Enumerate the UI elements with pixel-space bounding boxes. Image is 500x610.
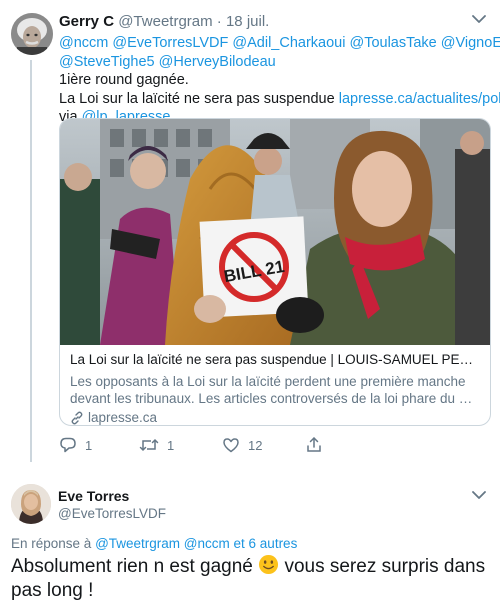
reply-others[interactable]: et 6 autres [234,536,298,551]
reply-text-part: Absolument rien n est gagné [11,556,253,577]
share-icon [307,437,321,452]
avatar[interactable] [11,484,51,524]
reply-tweet[interactable]: Eve Torres @EveTorresLVDF En réponse à @… [0,470,500,610]
author-handle[interactable]: @Tweetrgram [118,13,212,30]
reply-icon [60,437,76,453]
link-card[interactable]: BILL 21 La Loi sur la laïcité ne sera pa… [59,118,491,426]
author-handle[interactable]: @EveTorresLVDF [58,506,166,521]
tweet-header: Gerry C @Tweetrgram · 18 juil. [59,12,489,32]
card-image: BILL 21 [60,119,490,345]
retweet-button[interactable]: 1 [139,436,174,454]
like-icon [223,438,239,453]
card-description-line: Les opposants à la Loi sur la laïcité pe… [70,374,466,389]
card-title[interactable]: La Loi sur la laïcité ne sera pas suspen… [70,351,482,369]
retweet-count: 1 [167,437,175,453]
tweet-text-line: 1ière round gagnée. [59,72,189,88]
retweet-icon [139,438,159,452]
card-description-line: devant les tribunaux. Les articles contr… [70,391,473,406]
tweet-content: Gerry C @Tweetrgram · 18 juil. @nccm @Ev… [59,12,500,127]
card-domain[interactable]: lapresse.ca [70,409,482,425]
avatar[interactable] [11,13,53,55]
replying-to: En réponse à @Tweetrgram @nccm et 6 autr… [11,536,297,551]
tweet-date[interactable]: 18 juil. [226,13,269,30]
link-icon [71,411,83,424]
smiley-emoji-icon [259,554,279,575]
card-text: La Loi sur la laïcité ne sera pas suspen… [70,351,482,425]
card-domain-text: lapresse.ca [88,410,158,425]
reply-button[interactable]: 1 [59,436,92,454]
share-button[interactable] [305,436,323,454]
author-name[interactable]: Gerry C [59,13,114,30]
tweet[interactable]: Gerry C @Tweetrgram · 18 juil. @nccm @Ev… [0,0,500,470]
reply-text: Absolument rien n est gagné vous serez s… [11,554,489,603]
separator-dot: · [216,13,222,30]
like-button[interactable]: 12 [222,436,262,454]
tweet-actions: 1 1 12 [59,436,459,456]
mentions-line[interactable]: @nccm @EveTorresLVDF @Adil_Charkaoui @To… [59,34,500,53]
tweet-text-line: La Loi sur la laïcité ne sera pas suspen… [59,90,500,109]
like-count: 12 [248,437,263,453]
article-link[interactable]: lapresse.ca/actualites/pol… [339,91,500,107]
reply-prefix: En réponse à [11,536,92,551]
card-description: Les opposants à la Loi sur la laïcité pe… [70,373,482,407]
tweet-text: @nccm @EveTorresLVDF @Adil_Charkaoui @To… [59,34,500,127]
thread-line [30,60,32,462]
mentions-line[interactable]: @SteveTighe5 @HerveyBilodeau [59,53,489,72]
reply-count: 1 [85,437,93,453]
reply-handles[interactable]: @Tweetrgram @nccm [95,536,230,551]
author-name[interactable]: Eve Torres [58,488,129,504]
text-prefix: La Loi sur la laïcité ne sera pas suspen… [59,90,339,107]
chevron-down-icon[interactable] [472,490,486,500]
